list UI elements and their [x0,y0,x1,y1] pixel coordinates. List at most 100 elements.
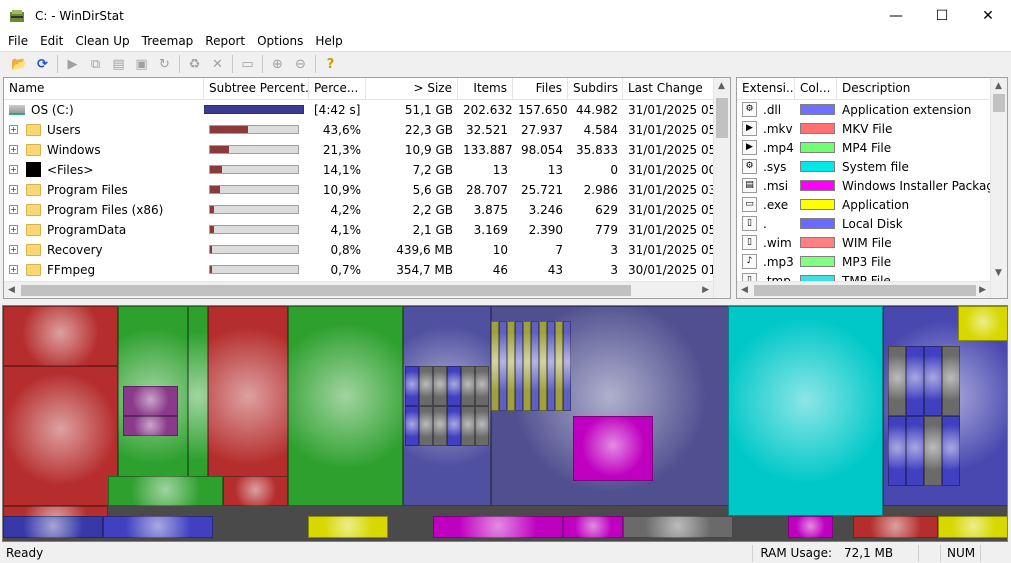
treemap-cell[interactable] [405,406,419,446]
treemap-cell[interactable] [523,321,531,411]
ext-row[interactable]: ▤ .msi Windows Installer Package [737,176,1007,195]
treemap-cell[interactable] [888,346,906,416]
expand-icon[interactable]: + [9,265,18,274]
delete-icon[interactable]: ✕ [206,53,229,75]
tree-row[interactable]: + Recovery 0,8% 439,6 MB 10 7 3 31/01/2025 05:1… [4,240,730,260]
minimize-button[interactable]: — [873,0,919,31]
tree-row[interactable]: + Windows 21,3% 10,9 GB 133.887 98.054 35.833 3… [4,140,730,160]
menu-file[interactable]: File [2,31,34,51]
treemap-cell[interactable] [433,366,447,406]
expand-icon[interactable]: + [9,145,18,154]
copy-icon[interactable]: ⧉ [84,53,107,75]
tree-vscroll-thumb[interactable] [716,98,728,138]
maximize-button[interactable]: ☐ [919,0,965,31]
ext-horizontal-scrollbar[interactable]: ◀ ▶ [737,281,990,298]
expand-icon[interactable]: + [9,205,18,214]
treemap-cell[interactable] [308,516,388,538]
zoom-out-icon[interactable]: ⊖ [289,53,312,75]
treemap-cell-msi[interactable] [573,416,653,481]
recycle-icon[interactable]: ♻ [183,53,206,75]
treemap-cell[interactable] [924,346,942,416]
ext-row[interactable]: ▶ .mp4 MP4 File [737,138,1007,157]
treemap-cell[interactable] [788,516,833,538]
treemap-cell[interactable] [108,476,223,506]
treemap-cell[interactable] [539,321,547,411]
treemap-cell[interactable] [623,516,733,538]
command-prompt-icon[interactable]: ▣ [130,53,153,75]
treemap-cell[interactable] [499,321,507,411]
refresh-icon[interactable]: ⟳ [31,53,54,75]
tree-row[interactable]: + <Files> 14,1% 7,2 GB 13 13 0 31/01/2025 00:10 [4,160,730,180]
ext-vscroll-thumb[interactable] [993,94,1005,112]
scroll-up-icon[interactable]: ▲ [718,81,725,91]
explorer-icon[interactable]: ▤ [107,53,130,75]
ext-row[interactable]: ⚙ .dll Application extension [737,100,1007,119]
col-subdirs[interactable]: Subdirs [568,78,623,100]
treemap-cell[interactable] [461,406,475,446]
help-icon[interactable]: ? [319,53,342,75]
scroll-down-icon[interactable]: ▼ [995,268,1002,278]
col-items[interactable]: Items [458,78,513,100]
treemap-cell[interactable] [563,321,571,411]
menu-help[interactable]: Help [309,31,348,51]
menu-clean-up[interactable]: Clean Up [69,31,135,51]
expand-icon[interactable]: + [9,125,18,134]
tree-row[interactable]: + FFmpeg 0,7% 354,7 MB 46 43 3 30/01/2025 01:57 [4,260,730,280]
tree-horizontal-scrollbar[interactable]: ◀ ▶ [4,281,713,298]
scroll-left-icon[interactable]: ◀ [8,285,15,295]
treemap-cell[interactable] [942,346,960,416]
resize-grip[interactable] [980,545,1008,562]
play-icon[interactable]: ▶ [61,53,84,75]
refresh-selected-icon[interactable]: ↻ [153,53,176,75]
treemap-cell[interactable] [853,516,938,538]
menu-edit[interactable]: Edit [34,31,69,51]
treemap-cell[interactable] [223,476,288,506]
treemap-cell[interactable] [103,516,213,538]
col-description[interactable]: Description [837,78,992,100]
menu-options[interactable]: Options [251,31,309,51]
expand-icon[interactable]: + [9,225,18,234]
col-files[interactable]: Files [513,78,568,100]
treemap-cell[interactable] [3,366,118,506]
treemap-cell[interactable] [447,406,461,446]
tree-row[interactable]: + Users 43,6% 22,3 GB 32.521 27.937 4.584 31/01… [4,120,730,140]
treemap-cell[interactable] [938,516,1007,538]
tree-vertical-scrollbar[interactable]: ▲ [713,78,730,298]
treemap-cell[interactable] [123,386,178,416]
expand-icon[interactable]: + [9,185,18,194]
treemap-cell[interactable] [475,406,489,446]
tree-row-root[interactable]: OS (C:) [4:42 s] 51,1 GB 202.632 157.650… [4,100,730,120]
treemap-cell[interactable] [531,321,539,411]
tree-row[interactable]: + Program Files 10,9% 5,6 GB 28.707 25.721 2.9… [4,180,730,200]
tree-hscroll-thumb[interactable] [21,285,631,296]
treemap-cell[interactable] [123,416,178,436]
expand-icon[interactable]: + [9,245,18,254]
ext-row[interactable]: ♪ .mp3 MP3 File [737,252,1007,271]
treemap-cell[interactable] [515,321,523,411]
scroll-left-icon[interactable]: ◀ [741,285,748,295]
treemap-cell[interactable] [924,416,942,486]
extension-list[interactable]: Extensi... Col... Description ⚙ .dll Appli… [736,77,1008,299]
treemap-cell[interactable] [3,516,103,538]
treemap-cell[interactable] [433,516,563,538]
menu-treemap[interactable]: Treemap [136,31,200,51]
close-button[interactable]: ✕ [965,0,1011,31]
treemap-cell[interactable] [491,321,499,411]
ext-row[interactable]: ▯ .wim WIM File [737,233,1007,252]
treemap-cell[interactable] [419,406,433,446]
treemap-cell[interactable] [447,366,461,406]
treemap-cell[interactable] [888,416,906,486]
scroll-up-icon[interactable]: ▲ [995,81,1002,91]
directory-tree[interactable]: Name Subtree Percent... Perce... > Size … [3,77,731,299]
folder-icon[interactable]: ▭ [236,53,259,75]
open-icon[interactable]: 📂 [8,53,31,75]
treemap-cell[interactable] [405,366,419,406]
treemap-cell[interactable] [555,321,563,411]
expand-icon[interactable]: + [9,165,18,174]
tree-row[interactable]: + ProgramData 4,1% 2,1 GB 3.169 2.390 779 31/01… [4,220,730,240]
col-percent[interactable]: Perce... [309,78,366,100]
col-last-change[interactable]: Last Change [623,78,718,100]
treemap-cell[interactable] [906,416,924,486]
ext-row[interactable]: ▶ .mkv MKV File [737,119,1007,138]
treemap-cell[interactable] [906,346,924,416]
